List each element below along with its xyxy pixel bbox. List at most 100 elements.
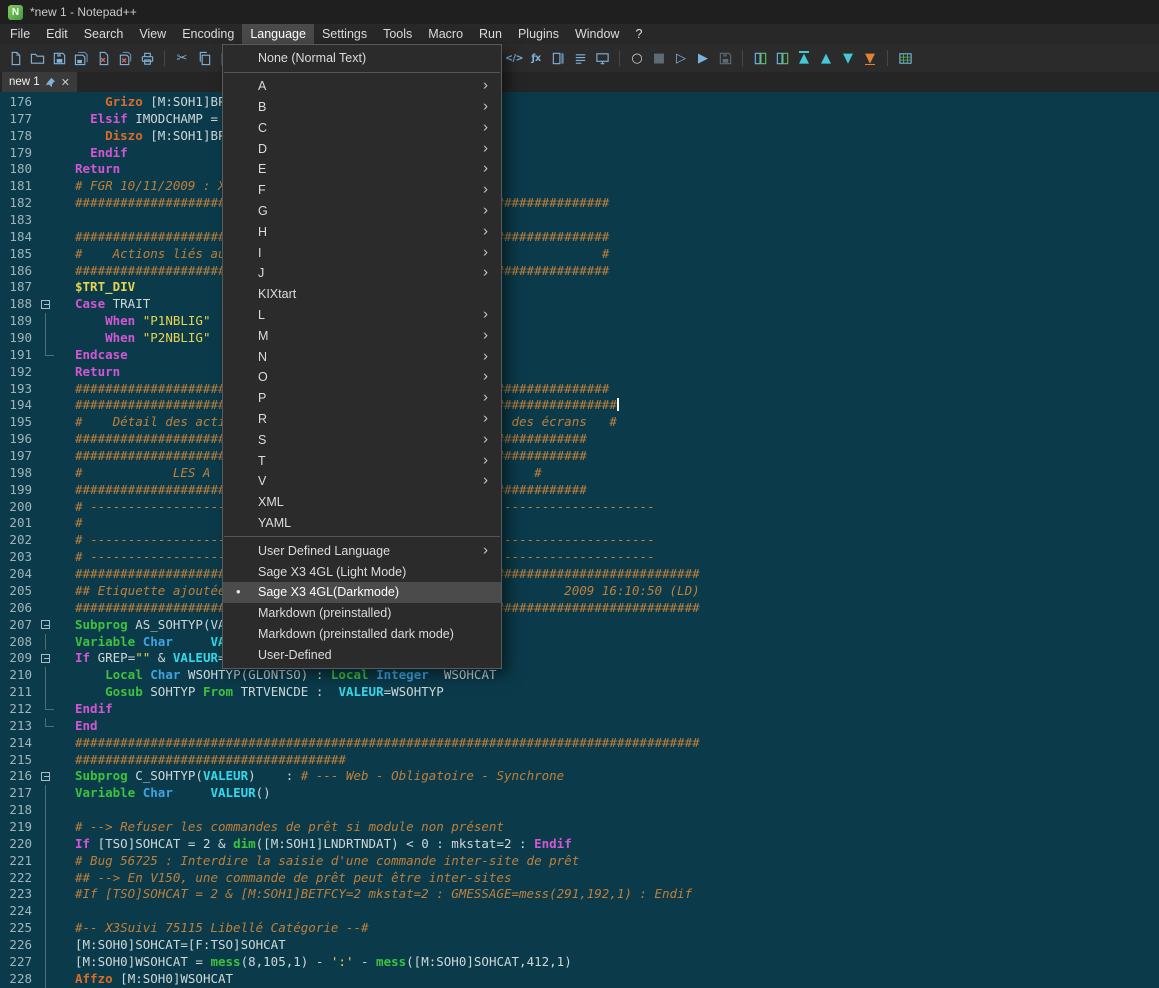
language-menu-item-l[interactable]: L›	[223, 305, 501, 326]
menubar-item-run[interactable]: Run	[471, 24, 510, 44]
language-menu-item-markdown-preinstalled-dark[interactable]: Markdown (preinstalled dark mode)	[223, 624, 501, 645]
code-line[interactable]: 191Endcase	[0, 347, 1159, 364]
code-line[interactable]: 224	[0, 903, 1159, 920]
menubar-item-language[interactable]: Language	[242, 24, 314, 44]
code-line[interactable]: 223#If [TSO]SOHCAT = 2 & [M:SOH1]BETFCY=…	[0, 886, 1159, 903]
code-line[interactable]: 217Variable Char VALEUR()	[0, 785, 1159, 802]
language-menu-item-kixtart[interactable]: KIXtart	[223, 284, 501, 305]
code-line[interactable]: 220If [TSO]SOHCAT = 2 & dim([M:SOH1]LNDR…	[0, 836, 1159, 853]
code-line[interactable]: 179 Endif	[0, 145, 1159, 162]
compare-clear-icon[interactable]	[773, 49, 791, 67]
language-menu-item-s[interactable]: S›	[223, 429, 501, 450]
code-line[interactable]: 227[M:SOH0]WSOHCAT = mess(8,105,1) - ':'…	[0, 954, 1159, 971]
cut-icon[interactable]: ✂	[173, 49, 191, 67]
language-menu-item-none-normal-text[interactable]: None (Normal Text)	[223, 48, 501, 69]
language-menu-item-a[interactable]: A›	[223, 76, 501, 97]
save-file-icon[interactable]	[50, 49, 68, 67]
code-line[interactable]: 187$TRT_DIV	[0, 279, 1159, 296]
code-line[interactable]: 193#####################################…	[0, 381, 1159, 398]
language-menu-item-h[interactable]: H›	[223, 221, 501, 242]
code-line[interactable]: 196#####################################…	[0, 431, 1159, 448]
code-line[interactable]: 194#####################################…	[0, 397, 1159, 414]
code-line[interactable]: 199#####################################…	[0, 482, 1159, 499]
language-menu-item-v[interactable]: V›	[223, 471, 501, 492]
first-diff-icon[interactable]: ▲	[795, 49, 813, 67]
close-all-icon[interactable]	[116, 49, 134, 67]
code-line[interactable]: 215####################################	[0, 752, 1159, 769]
close-file-icon[interactable]	[94, 49, 112, 67]
last-diff-icon[interactable]: ▼	[861, 49, 879, 67]
code-line[interactable]: 218	[0, 802, 1159, 819]
record-macro-icon[interactable]: ○	[628, 49, 646, 67]
language-menu-item-sage-x3-4gl-light[interactable]: Sage X3 4GL (Light Mode)	[223, 561, 501, 582]
menubar-item-file[interactable]: File	[2, 24, 38, 44]
code-line[interactable]: 181# FGR 10/11/2009 : X3	[0, 178, 1159, 195]
menubar-item-search[interactable]: Search	[76, 24, 132, 44]
language-menu-item-markdown-preinstalled[interactable]: Markdown (preinstalled)	[223, 603, 501, 624]
code-line[interactable]: 185# Actions liés au #	[0, 246, 1159, 263]
tab-new-1[interactable]: new 1 ✕	[2, 72, 77, 92]
next-diff-icon[interactable]: ▼	[839, 49, 857, 67]
language-menu-item-user-defined-language[interactable]: User Defined Language›	[223, 540, 501, 561]
code-line[interactable]: 198# LES A #	[0, 465, 1159, 482]
fold-margin[interactable]	[36, 650, 60, 667]
monitoring-icon[interactable]	[593, 49, 611, 67]
menubar-item-view[interactable]: View	[131, 24, 174, 44]
open-file-icon[interactable]	[28, 49, 46, 67]
code-line[interactable]: 188Case TRAIT	[0, 296, 1159, 313]
fold-collapse-icon[interactable]	[41, 654, 50, 663]
language-menu-item-j[interactable]: J›	[223, 263, 501, 284]
code-line[interactable]: 189 When "P1NBLIG"	[0, 313, 1159, 330]
code-line[interactable]: 195# Détail des actio des écrans #	[0, 414, 1159, 431]
language-menu-item-n[interactable]: N›	[223, 346, 501, 367]
menubar-item-macro[interactable]: Macro	[420, 24, 471, 44]
code-line[interactable]: 210 Local Char WSOHTYP(GLONTSO) : Local …	[0, 667, 1159, 684]
compare-icon[interactable]	[751, 49, 769, 67]
fold-margin[interactable]	[36, 296, 60, 313]
menubar-item-tools[interactable]: Tools	[375, 24, 420, 44]
menubar-item-edit[interactable]: Edit	[38, 24, 76, 44]
menubar-item-window[interactable]: Window	[567, 24, 627, 44]
language-menu-item-i[interactable]: I›	[223, 242, 501, 263]
code-line[interactable]: 219# --> Refuser les commandes de prêt s…	[0, 819, 1159, 836]
fold-margin[interactable]	[36, 617, 60, 634]
code-line[interactable]: 178 Diszo [M:SOH1]BPA	[0, 128, 1159, 145]
pin-icon[interactable]	[45, 77, 56, 88]
language-menu-item-b[interactable]: B›	[223, 97, 501, 118]
editor[interactable]: 176 Grizo [M:SOH1]BPA177 Elsif IMODCHAMP…	[0, 92, 1159, 988]
fold-margin[interactable]	[36, 768, 60, 785]
code-line[interactable]: 212Endif	[0, 701, 1159, 718]
function-list-icon[interactable]: ƒx	[527, 49, 545, 67]
document-list-icon[interactable]	[571, 49, 589, 67]
print-icon[interactable]	[138, 49, 156, 67]
fold-collapse-icon[interactable]	[41, 300, 50, 309]
new-file-icon[interactable]	[6, 49, 24, 67]
csv-table-icon[interactable]	[896, 49, 914, 67]
code-line[interactable]: 176 Grizo [M:SOH1]BPA	[0, 94, 1159, 111]
language-menu-item-f[interactable]: F›	[223, 180, 501, 201]
language-menu-item-yaml[interactable]: YAML	[223, 513, 501, 534]
save-macro-icon[interactable]	[716, 49, 734, 67]
language-menu-item-user-defined[interactable]: User-Defined	[223, 644, 501, 665]
code-line[interactable]: 205## Etiquette ajoutée 2009 16:10:50 (L…	[0, 583, 1159, 600]
code-line[interactable]: 201#	[0, 515, 1159, 532]
code-line[interactable]: 177 Elsif IMODCHAMP = 2	[0, 111, 1159, 128]
menubar-item-plugins[interactable]: Plugins	[510, 24, 567, 44]
language-menu-item-p[interactable]: P›	[223, 388, 501, 409]
menubar-item-help[interactable]: ?	[627, 24, 650, 44]
code-line[interactable]: 211 Gosub SOHTYP From TRTVENCDE : VALEUR…	[0, 684, 1159, 701]
language-menu-item-g[interactable]: G›	[223, 201, 501, 222]
code-line[interactable]: 209If GREP="" & VALEUR=""	[0, 650, 1159, 667]
document-map-icon[interactable]	[549, 49, 567, 67]
code-line[interactable]: 184#####################################…	[0, 229, 1159, 246]
fold-collapse-icon[interactable]	[41, 772, 50, 781]
code-line[interactable]: 214#####################################…	[0, 735, 1159, 752]
code-line[interactable]: 203# -----------------------------------…	[0, 549, 1159, 566]
stop-record-icon[interactable]: ■	[650, 49, 668, 67]
fold-collapse-icon[interactable]	[41, 620, 50, 629]
code-line[interactable]: 200# -----------------------------------…	[0, 499, 1159, 516]
code-line[interactable]: 208Variable Char VALEUR()	[0, 634, 1159, 651]
prev-diff-icon[interactable]: ▲	[817, 49, 835, 67]
code-line[interactable]: 183	[0, 212, 1159, 229]
language-menu-item-sage-x3-4gl-dark[interactable]: •Sage X3 4GL(Darkmode)	[223, 582, 501, 603]
